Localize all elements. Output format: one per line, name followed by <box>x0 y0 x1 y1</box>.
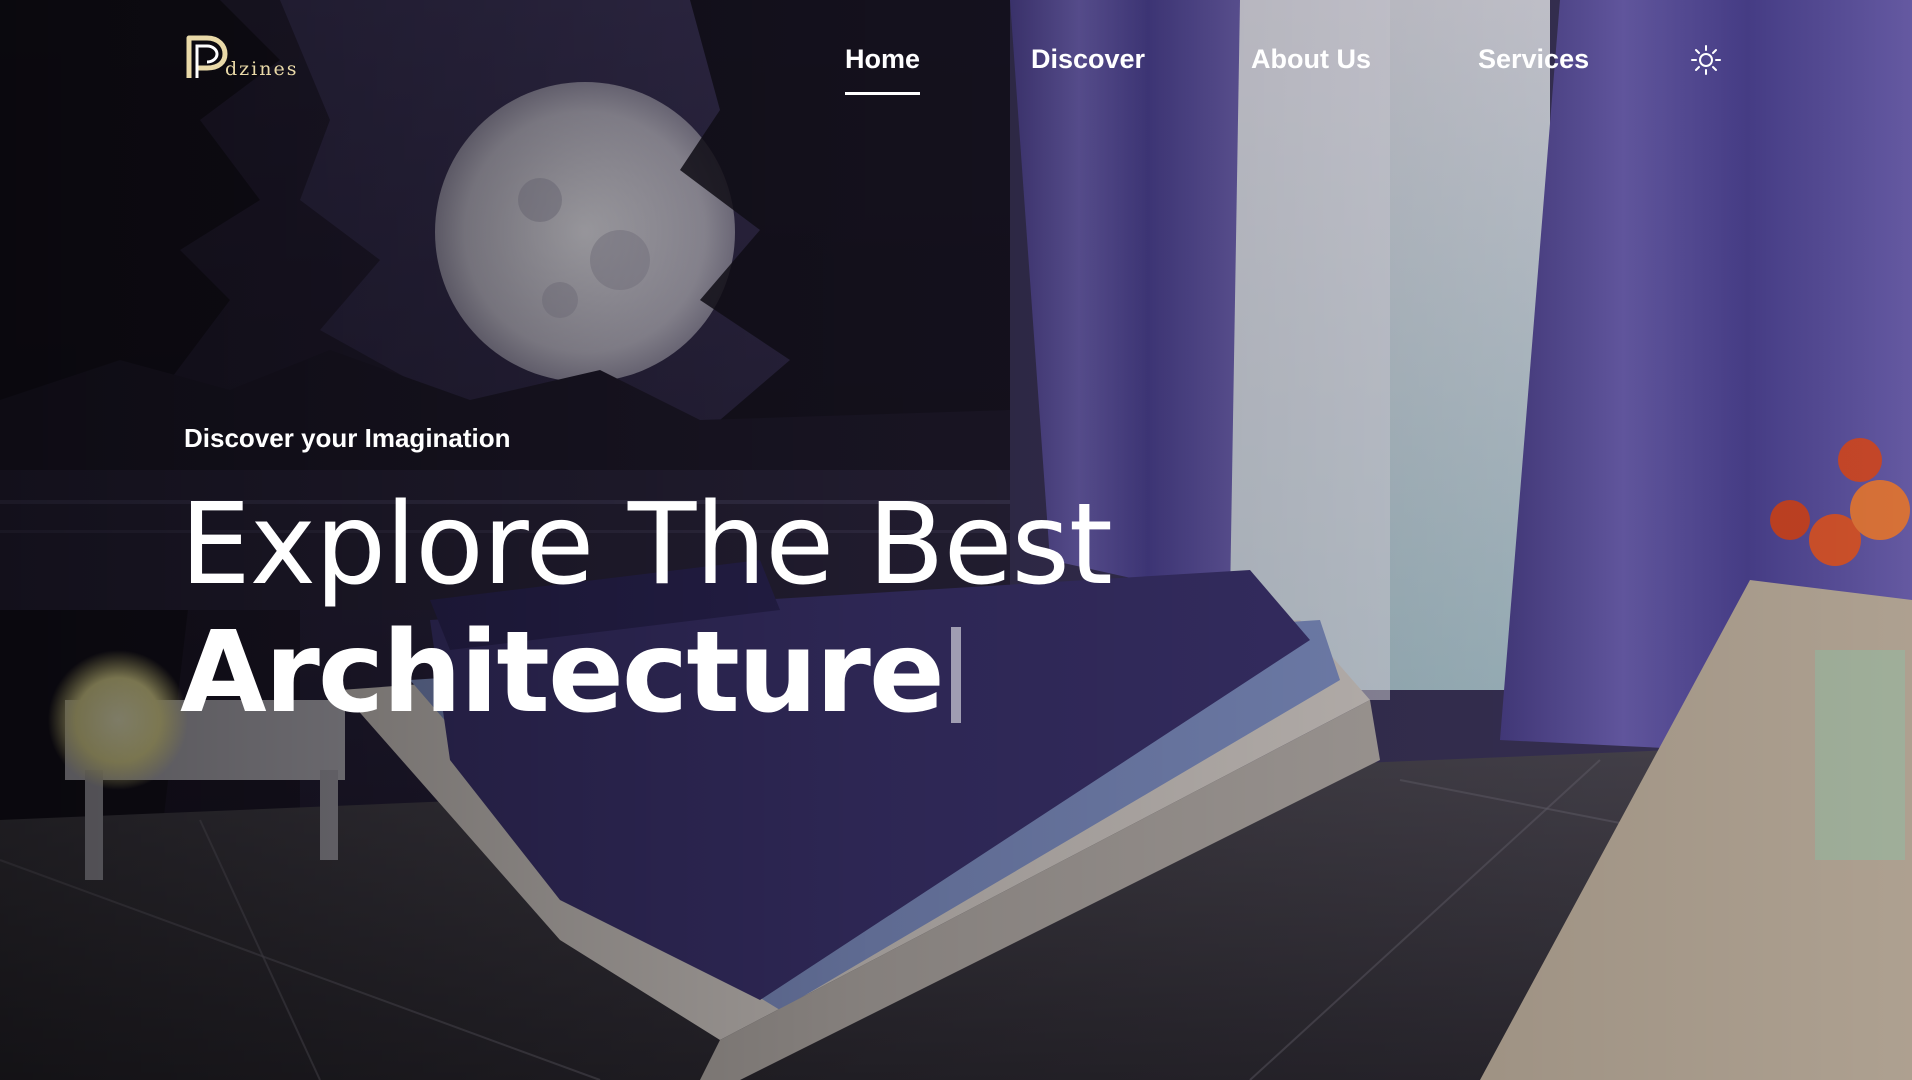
nav-link-discover[interactable]: Discover <box>1031 44 1145 75</box>
theme-toggle-button[interactable] <box>1690 44 1722 76</box>
sun-icon <box>1691 45 1721 75</box>
nav-link-services[interactable]: Services <box>1478 44 1589 75</box>
hero-headline-line-1: Explore The Best <box>180 480 1113 610</box>
nav-link-home[interactable]: Home <box>845 44 921 95</box>
nav-link-about-us[interactable]: About Us <box>1251 44 1371 75</box>
main-navigation: Home Discover About Us Services <box>0 44 1912 95</box>
hero-headline-line-2: Architecture <box>180 608 961 738</box>
hero-headline-typed-word: Architecture <box>180 608 945 738</box>
typing-cursor <box>950 627 961 723</box>
hero-eyebrow: Discover your Imagination <box>184 423 511 453</box>
